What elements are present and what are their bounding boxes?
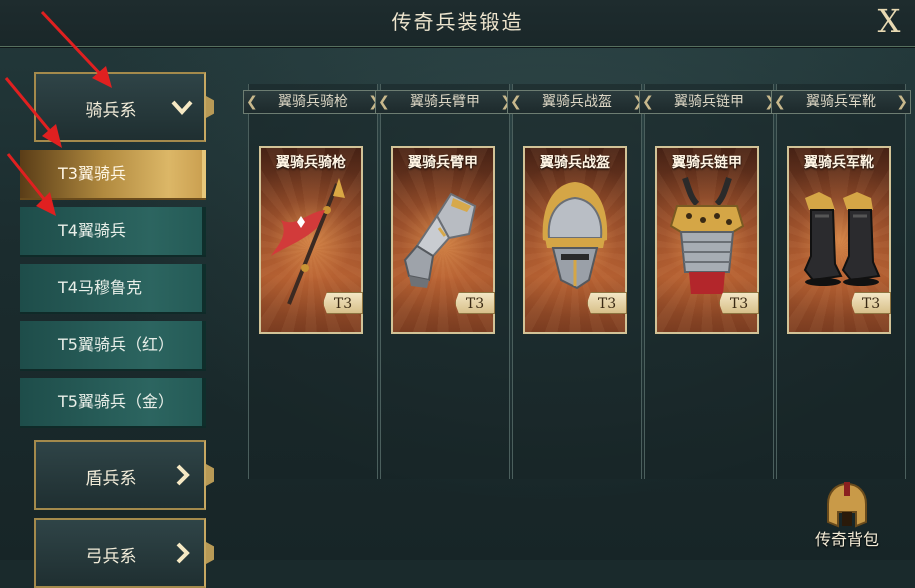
equipment-column: 翼骑兵链甲 翼骑兵链甲 T3 — [639, 84, 779, 479]
category-tab-notch — [206, 96, 214, 118]
slot-header: 翼骑兵链甲 — [639, 90, 779, 114]
equipment-card-boots[interactable]: 翼骑兵军靴 T3 — [787, 146, 891, 334]
card-name: 翼骑兵臂甲 — [408, 155, 478, 171]
category-label: 盾兵系 — [85, 469, 137, 489]
unit-edge — [202, 207, 206, 255]
helmet-icon — [542, 182, 608, 290]
category-label: 骑兵系 — [85, 101, 137, 121]
tier-badge: T3 — [851, 292, 891, 314]
unit-label: T3翼骑兵 — [58, 164, 126, 183]
chevron-down-icon — [170, 92, 194, 122]
unit-edge — [202, 321, 206, 369]
chainmail-icon — [669, 177, 745, 294]
card-name: 翼骑兵链甲 — [672, 155, 742, 171]
equipment-card-lance[interactable]: 翼骑兵骑枪 T3 — [259, 146, 363, 334]
unit-label: T4翼骑兵 — [58, 221, 126, 240]
card-name: 翼骑兵军靴 — [804, 155, 874, 171]
page-title: 传奇兵装锻造 — [391, 10, 524, 34]
backpack-label: 传奇背包 — [814, 530, 879, 549]
category-cavalry[interactable]: 骑兵系 — [34, 72, 214, 142]
lance-icon — [271, 178, 345, 305]
card-name: 翼骑兵战盔 — [540, 155, 610, 171]
legendary-backpack-button[interactable]: 传奇背包 — [806, 482, 888, 554]
unit-edge — [202, 264, 206, 312]
chevron-right-icon — [170, 460, 194, 490]
equipment-panel: 翼骑兵骑枪 翼骑兵骑枪 T3 翼骑兵臂甲 翼骑兵臂甲 — [238, 84, 911, 484]
equipment-column: 翼骑兵臂甲 翼骑兵臂甲 T3 — [375, 84, 515, 479]
tier-badge: T3 — [323, 292, 363, 314]
unit-label: T5翼骑兵（红） — [58, 335, 174, 354]
category-tab-notch — [206, 464, 214, 486]
slot-header: 翼骑兵骑枪 — [243, 90, 383, 114]
unit-t4-winged-hussar[interactable]: T4翼骑兵 — [20, 207, 206, 257]
unit-label: T4马穆鲁克 — [58, 278, 142, 297]
unit-edge — [202, 378, 206, 426]
slot-header: 翼骑兵臂甲 — [375, 90, 515, 114]
slot-header: 翼骑兵军靴 — [771, 90, 911, 114]
tier-badge: T3 — [587, 292, 627, 314]
gauntlet-icon — [403, 192, 477, 288]
unit-t4-mamluk[interactable]: T4马穆鲁克 — [20, 264, 206, 314]
title-bar: 传奇兵装锻造 X — [0, 0, 915, 47]
slot-header: 翼骑兵战盔 — [507, 90, 647, 114]
close-button[interactable]: X — [871, 3, 907, 39]
category-label: 弓兵系 — [85, 547, 137, 567]
equipment-card-gauntlet[interactable]: 翼骑兵臂甲 T3 — [391, 146, 495, 334]
equipment-column: 翼骑兵战盔 翼骑兵战盔 T3 — [507, 84, 647, 479]
equipment-card-helmet[interactable]: 翼骑兵战盔 T3 — [523, 146, 627, 334]
category-archer[interactable]: 弓兵系 — [34, 518, 214, 588]
equipment-card-chainmail[interactable]: 翼骑兵链甲 T3 — [655, 146, 759, 334]
category-tab-notch — [206, 542, 214, 564]
unit-t5-winged-hussar-gold[interactable]: T5翼骑兵（金） — [20, 378, 206, 428]
equipment-column: 翼骑兵军靴 翼骑兵军靴 T3 — [771, 84, 911, 479]
category-shield[interactable]: 盾兵系 — [34, 440, 214, 510]
sidebar: 骑兵系 T3翼骑兵 T4翼骑兵 T4马穆鲁克 T5翼骑兵（红） T5翼骑兵（金）… — [0, 60, 215, 588]
unit-edge — [202, 150, 206, 198]
spartan-helmet-icon — [827, 482, 867, 528]
chevron-right-icon — [170, 538, 194, 568]
boots-icon — [803, 192, 881, 286]
tier-badge: T3 — [719, 292, 759, 314]
tier-badge: T3 — [455, 292, 495, 314]
unit-t5-winged-hussar-red[interactable]: T5翼骑兵（红） — [20, 321, 206, 371]
card-name: 翼骑兵骑枪 — [276, 155, 346, 171]
unit-t3-winged-hussar[interactable]: T3翼骑兵 — [20, 150, 206, 200]
unit-label: T5翼骑兵（金） — [58, 392, 174, 411]
equipment-column: 翼骑兵骑枪 翼骑兵骑枪 T3 — [243, 84, 383, 479]
